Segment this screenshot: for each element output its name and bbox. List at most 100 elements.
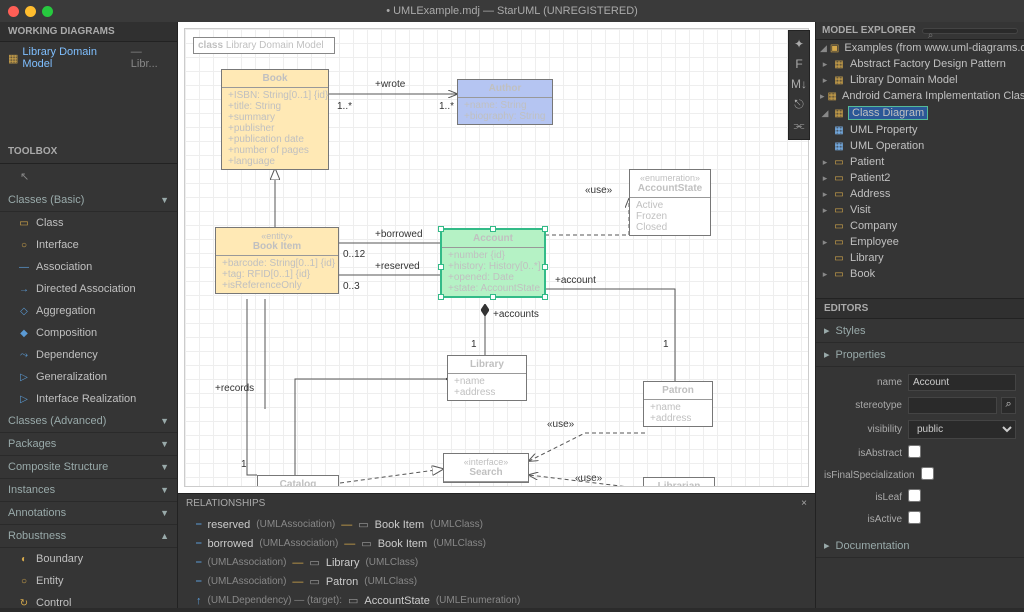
font-icon[interactable]: F xyxy=(795,57,802,71)
left-sidebar: WORKING DIAGRAMS ▦ Library Domain Model … xyxy=(0,22,178,608)
assoc-icon: — xyxy=(18,262,30,273)
stereo-search-button[interactable]: ⌕ xyxy=(1001,397,1016,414)
svg-text:+borrowed: +borrowed xyxy=(375,229,423,240)
tree-item[interactable]: ▸▭Visit xyxy=(816,202,1024,218)
rel-row[interactable]: ⎯(UMLAssociation)—▭Patron(UMLClass) xyxy=(178,572,815,591)
tb-dependency[interactable]: ⤳Dependency xyxy=(0,344,177,366)
right-sidebar: MODEL EXPLORER ◢▣Examples (from www.uml-… xyxy=(815,22,1024,608)
toolbox-section-advanced[interactable]: Classes (Advanced)▼ xyxy=(0,410,177,433)
editors-documentation[interactable]: ▸Documentation xyxy=(816,534,1024,558)
prop-isactive-check[interactable] xyxy=(908,511,921,524)
toolbox-section-instances[interactable]: Instances▼ xyxy=(0,479,177,502)
tb-entity[interactable]: ○Entity xyxy=(0,570,177,592)
tree-item-selected[interactable]: ◢▦Class Diagram xyxy=(816,104,1024,122)
tree-item[interactable]: ▭Company xyxy=(816,218,1024,234)
class-book[interactable]: Book +ISBN: String[0..1] {id} +title: St… xyxy=(221,69,329,170)
tree-item[interactable]: ▸▦Abstract Factory Design Pattern xyxy=(816,56,1024,72)
tree-item[interactable]: ▸▭Address xyxy=(816,186,1024,202)
tb-boundary[interactable]: ◐Boundary xyxy=(0,548,177,570)
editors-properties[interactable]: ▸Properties xyxy=(816,343,1024,367)
class-account[interactable]: Account +number {id} +history: History[0… xyxy=(441,229,545,297)
tree-item[interactable]: ▸▭Patient2 xyxy=(816,170,1024,186)
toolbox-select[interactable]: ↖ xyxy=(0,164,177,189)
diagram-icon: ▦ xyxy=(8,52,18,65)
prop-stereo-input[interactable] xyxy=(908,397,997,414)
class-author[interactable]: Author +name: String +biography: String xyxy=(457,79,553,125)
toolbox-section-annotations[interactable]: Annotations▼ xyxy=(0,502,177,525)
tree-item[interactable]: ▸▭Patient xyxy=(816,154,1024,170)
titlebar: • UMLExample.mdj — StarUML (UNREGISTERED… xyxy=(0,0,1024,22)
tb-directed-association[interactable]: →Directed Association xyxy=(0,278,177,300)
toolbox-section-composite[interactable]: Composite Structure▼ xyxy=(0,456,177,479)
editors-panel: EDITORS ▸Styles ▸Properties name stereot… xyxy=(816,298,1024,608)
class-library[interactable]: Library +name +address xyxy=(447,355,527,401)
svg-text:+records: +records xyxy=(215,383,254,394)
diagram-canvas[interactable]: class Library Domain Model +wrote 1..* 1… xyxy=(185,29,808,486)
class-catalog[interactable]: Catalog xyxy=(257,475,339,486)
working-diagram-item[interactable]: ▦ Library Domain Model — Libr... xyxy=(0,42,177,74)
toolbox-section-robustness[interactable]: Robustness▲ xyxy=(0,525,177,548)
svg-text:1..*: 1..* xyxy=(439,101,454,112)
tree-item[interactable]: ▸▦Library Domain Model xyxy=(816,72,1024,88)
class-librarian[interactable]: Librarian xyxy=(643,477,715,486)
agg-icon: ◇ xyxy=(18,306,30,317)
tb-class[interactable]: ▭Class xyxy=(0,212,177,234)
model-explorer-search[interactable] xyxy=(922,28,1018,34)
control-icon: ↻ xyxy=(18,598,30,609)
svg-text:1: 1 xyxy=(663,339,669,350)
tree-item[interactable]: ▭Library xyxy=(816,250,1024,266)
relationships-close[interactable]: × xyxy=(801,498,807,509)
tree-item[interactable]: ▸▭Employee xyxy=(816,234,1024,250)
tb-interface[interactable]: ○Interface xyxy=(0,234,177,256)
tree-item[interactable]: ▸▭Book xyxy=(816,266,1024,282)
rel-row[interactable]: ⎯reserved(UMLAssociation)—▭Book Item(UML… xyxy=(178,515,815,534)
interface-search[interactable]: «interface»Search xyxy=(443,453,529,483)
class-patron[interactable]: Patron +name +address xyxy=(643,381,713,427)
right-iconbar: ✦ F M↓ ⎋ ⫘ xyxy=(788,30,810,140)
prop-visibility-select[interactable]: public xyxy=(908,420,1016,439)
tree-item[interactable]: ▸▦Android Camera Implementation Class xyxy=(816,88,1024,104)
tree-root[interactable]: ◢▣Examples (from www.uml-diagrams.org) xyxy=(816,40,1024,56)
diagram-frame-label: class Library Domain Model xyxy=(193,37,335,54)
prop-isleaf-check[interactable] xyxy=(908,489,921,502)
tb-composition[interactable]: ◆Composition xyxy=(0,322,177,344)
dep-icon: ⤳ xyxy=(18,350,30,361)
editors-styles[interactable]: ▸Styles xyxy=(816,319,1024,343)
relationships-panel: RELATIONSHIPS × ⎯reserved(UMLAssociation… xyxy=(178,493,815,608)
prop-isabstract-check[interactable] xyxy=(908,445,921,458)
tb-interface-realization[interactable]: ▷Interface Realization xyxy=(0,388,177,410)
entity-icon: ○ xyxy=(18,576,30,587)
tb-control[interactable]: ↻Control xyxy=(0,592,177,608)
svg-text:0..12: 0..12 xyxy=(343,249,366,260)
tb-association[interactable]: —Association xyxy=(0,256,177,278)
tb-generalization[interactable]: ▷Generalization xyxy=(0,366,177,388)
interface-icon: ○ xyxy=(18,240,30,251)
rel-row[interactable]: ⎯borrowed(UMLAssociation)—▭Book Item(UML… xyxy=(178,534,815,553)
tree-item[interactable]: ▦UML Property xyxy=(816,122,1024,138)
toolbox-title: TOOLBOX xyxy=(0,140,177,164)
traffic-lights[interactable] xyxy=(8,6,53,17)
window-title: • UMLExample.mdj — StarUML (UNREGISTERED… xyxy=(0,5,1024,17)
toolbox-section-packages[interactable]: Packages▼ xyxy=(0,433,177,456)
relationships-title: RELATIONSHIPS xyxy=(186,498,265,509)
prop-name-input[interactable] xyxy=(908,374,1016,391)
rel-row[interactable]: ↑(UMLDependency) — (target):▭AccountStat… xyxy=(178,591,815,610)
prop-isfinal-check[interactable] xyxy=(921,467,934,480)
dassoc-icon: → xyxy=(18,284,30,295)
share-icon[interactable]: ⫘ xyxy=(794,118,805,133)
puzzle-icon[interactable]: ✦ xyxy=(794,37,804,51)
toolbox-section-basic[interactable]: Classes (Basic)▼ xyxy=(0,189,177,212)
md-icon[interactable]: M↓ xyxy=(791,77,807,91)
tb-aggregation[interactable]: ◇Aggregation xyxy=(0,300,177,322)
svg-text:«use»: «use» xyxy=(585,185,613,196)
class-book-item[interactable]: «entity»Book Item +barcode: String[0..1]… xyxy=(215,227,339,294)
svg-text:+account: +account xyxy=(555,275,596,286)
enum-account-state[interactable]: «enumeration»AccountState Active Frozen … xyxy=(629,169,711,236)
model-explorer-tree: ◢▣Examples (from www.uml-diagrams.org) ▸… xyxy=(816,40,1024,298)
tree-item[interactable]: ▦UML Operation xyxy=(816,138,1024,154)
gen-icon: ▷ xyxy=(18,372,30,383)
link-icon[interactable]: ⎋ xyxy=(794,97,804,112)
ireal-icon: ▷ xyxy=(18,394,30,405)
rel-row[interactable]: ⎯(UMLAssociation)—▭Library(UMLClass) xyxy=(178,553,815,572)
svg-text:«use»: «use» xyxy=(547,419,575,430)
